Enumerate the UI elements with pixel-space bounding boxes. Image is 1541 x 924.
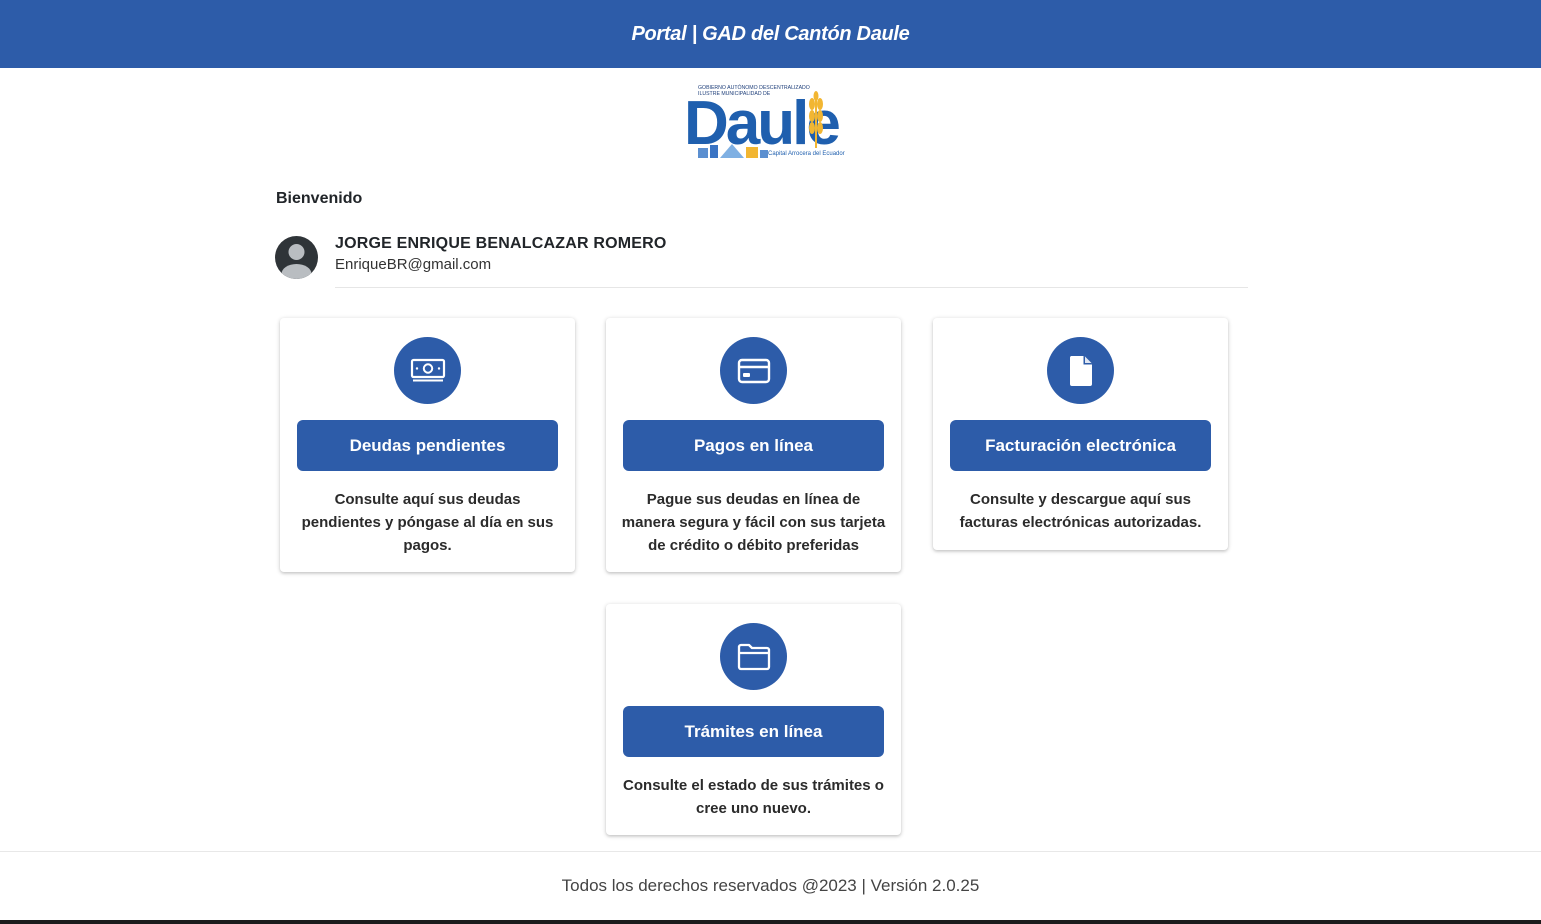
pagos-en-linea-button[interactable]: Pagos en línea <box>623 420 884 471</box>
credit-card-icon <box>720 337 787 404</box>
tramites-en-linea-button[interactable]: Trámites en línea <box>623 706 884 757</box>
card-description: Consulte aquí sus deudas pendientes y pó… <box>301 491 554 554</box>
daule-logo: GOBIERNO AUTÓNOMO DESCENTRALIZADO ILUSTR… <box>684 82 864 162</box>
card-description: Consulte y descargue aquí sus facturas e… <box>959 491 1202 531</box>
card-description: Consulte el estado de sus trámites o cre… <box>623 777 884 817</box>
user-info: JORGE ENRIQUE BENALCAZAR ROMERO EnriqueB… <box>275 234 1248 290</box>
top-bar: Portal | GAD del Cantón Daule <box>0 0 1541 68</box>
welcome-heading: Bienvenido <box>276 190 363 207</box>
portal-title: Portal | GAD del Cantón Daule <box>631 22 910 45</box>
footer-copyright: Todos los derechos reservados @2023 | Ve… <box>561 876 980 895</box>
logo-tagline: Capital Arrocera del Ecuador <box>768 151 845 157</box>
card-tramites-en-linea: Trámites en línea Consulte el estado de … <box>606 604 901 835</box>
card-description: Pague sus deudas en línea de manera segu… <box>621 491 886 554</box>
card-pagos-en-linea: Pagos en línea Pague sus deudas en línea… <box>606 318 901 572</box>
footer-divider <box>0 851 1541 852</box>
card-deudas-pendientes: Deudas pendientes Consulte aquí sus deud… <box>280 318 575 572</box>
facturacion-electronica-button[interactable]: Facturación electrónica <box>950 420 1211 471</box>
divider <box>335 287 1248 288</box>
user-name: JORGE ENRIQUE BENALCAZAR ROMERO <box>335 235 667 252</box>
user-avatar-icon <box>275 236 318 279</box>
document-icon <box>1047 337 1114 404</box>
bottom-strip <box>0 920 1541 924</box>
folder-icon <box>720 623 787 690</box>
user-email: EnriqueBR@gmail.com <box>335 256 492 273</box>
deudas-pendientes-button[interactable]: Deudas pendientes <box>297 420 558 471</box>
card-facturacion-electronica: Facturación electrónica Consulte y desca… <box>933 318 1228 550</box>
money-icon <box>394 337 461 404</box>
